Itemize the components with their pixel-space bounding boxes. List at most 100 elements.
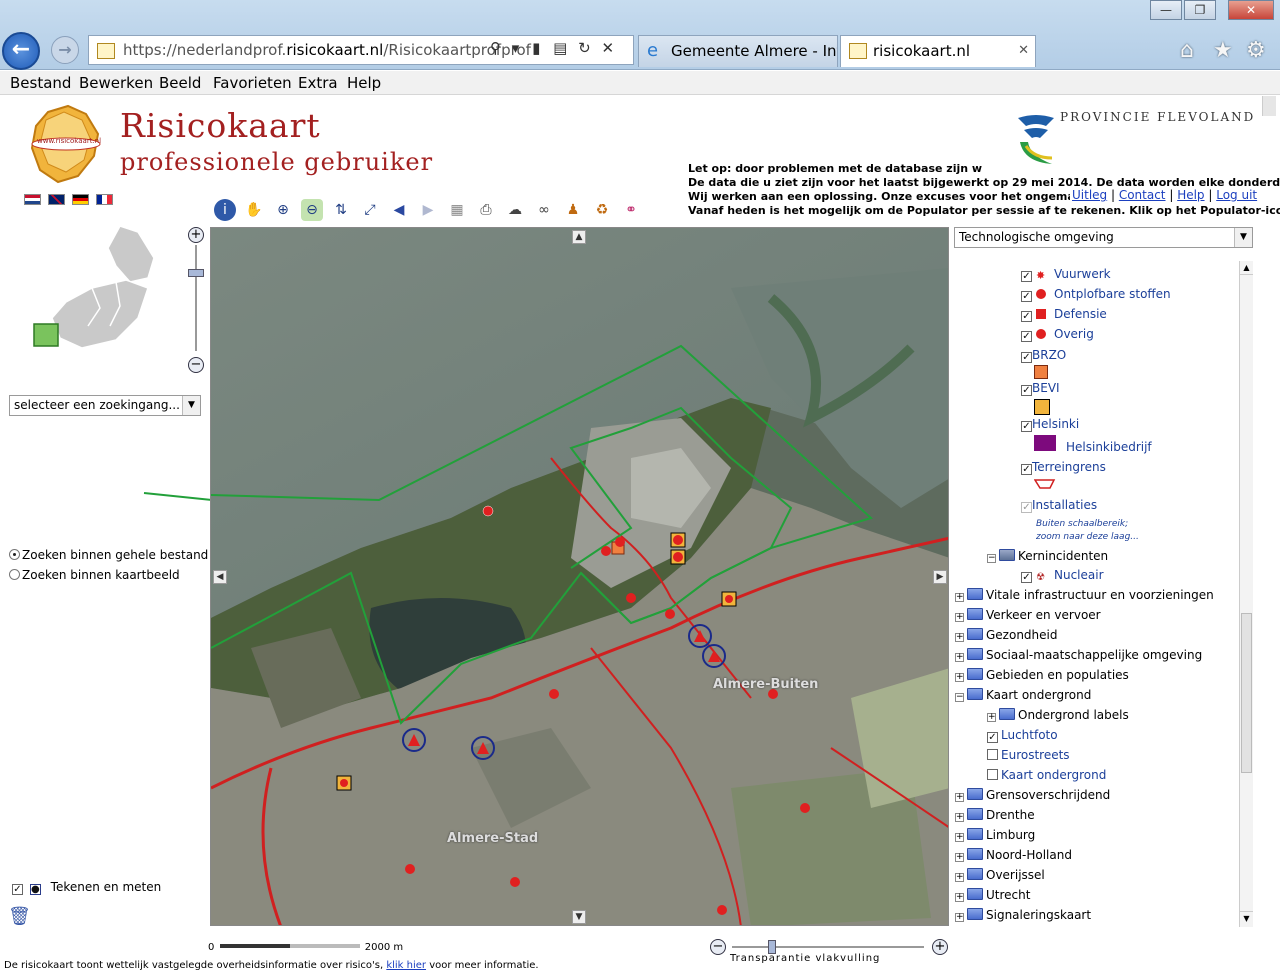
overlap-icon[interactable]: ⚭ xyxy=(620,199,642,221)
back-button[interactable]: ← xyxy=(2,32,40,70)
link-icon[interactable]: ∞ xyxy=(533,199,555,221)
group-sociaal-maatschappelijk[interactable]: + Sociaal-maatschappelijke omgeving xyxy=(955,648,1202,663)
expand-icon[interactable]: + xyxy=(955,813,964,822)
expand-icon[interactable]: + xyxy=(955,633,964,642)
layer-brzo[interactable]: ✓BRZO xyxy=(1021,348,1066,363)
expand-icon[interactable]: + xyxy=(955,873,964,882)
close-window-button[interactable]: ✕ xyxy=(1228,0,1274,20)
layer-checkbox[interactable]: ✓ xyxy=(1021,352,1032,363)
layer-checkbox[interactable]: ✓ xyxy=(1021,502,1032,513)
zoom-minus-icon[interactable]: − xyxy=(188,357,204,373)
zoom-in-icon[interactable]: ⊕ xyxy=(272,199,294,221)
flag-nl-icon[interactable] xyxy=(24,194,41,205)
minimize-button[interactable]: — xyxy=(1150,0,1182,20)
expand-icon[interactable]: + xyxy=(955,673,964,682)
expand-icon[interactable]: + xyxy=(955,893,964,902)
next-view-icon[interactable]: ▶ xyxy=(417,199,439,221)
search-entry-select[interactable]: selecteer een zoekingang... ▼ xyxy=(9,395,201,416)
layer-checkbox[interactable]: ✓ xyxy=(1021,421,1032,432)
group-utrecht[interactable]: + Utrecht xyxy=(955,888,1030,903)
layer-checkbox[interactable]: ✓ xyxy=(987,732,998,743)
expand-icon[interactable]: + xyxy=(955,913,964,922)
layer-checkbox[interactable]: ✓ xyxy=(1021,311,1032,322)
tab-gemeente-almere[interactable]: e Gemeente Almere - Int... xyxy=(638,35,838,67)
chevron-down-icon[interactable]: ▼ xyxy=(1234,228,1252,247)
layer-installaties[interactable]: ✓Installaties xyxy=(1021,498,1097,513)
chevron-down-icon[interactable]: ▼ xyxy=(182,396,200,415)
draw-measure-toggle[interactable]: ✓ ● Tekenen en meten xyxy=(12,880,161,895)
expand-icon[interactable]: + xyxy=(955,853,964,862)
transparency-plus-icon[interactable]: + xyxy=(932,939,948,955)
layer-defensie[interactable]: ✓ Defensie xyxy=(1021,307,1107,322)
print-icon[interactable]: ⎙ xyxy=(475,199,497,221)
link-log-uit[interactable]: Log uit xyxy=(1216,188,1257,202)
layer-kaart-ondergrond[interactable]: Kaart ondergrond xyxy=(987,768,1106,783)
group-kaart-ondergrond[interactable]: − Kaart ondergrond xyxy=(955,688,1091,703)
pan-south-icon[interactable]: ▼ xyxy=(572,910,586,924)
scroll-down-icon[interactable]: ▼ xyxy=(1240,911,1253,925)
layer-checkbox[interactable]: ✓ xyxy=(1021,291,1032,302)
expand-icon[interactable]: + xyxy=(955,653,964,662)
layer-nucleair[interactable]: ✓ ☢ Nucleair xyxy=(1021,568,1104,583)
forward-button[interactable]: → xyxy=(51,36,79,64)
gear-icon[interactable]: ⚙ xyxy=(1246,38,1266,63)
draw-tool-icon[interactable]: ● xyxy=(29,884,41,895)
zoom-handle[interactable] xyxy=(188,269,204,277)
layer-checkbox[interactable] xyxy=(987,769,998,780)
radio-search-map[interactable]: Zoeken binnen kaartbeeld xyxy=(9,568,180,582)
expand-icon[interactable]: + xyxy=(955,793,964,802)
flag-uk-icon[interactable] xyxy=(48,194,65,205)
layer-checkbox[interactable]: ✓ xyxy=(1021,271,1032,282)
radio-search-whole[interactable]: Zoeken binnen gehele bestand xyxy=(9,548,208,562)
menu-extra[interactable]: Extra xyxy=(298,74,338,92)
expand-icon[interactable]: + xyxy=(955,593,964,602)
layer-checkbox[interactable]: ✓ xyxy=(1021,331,1032,342)
menu-help[interactable]: Help xyxy=(347,74,381,92)
group-signaleringskaart[interactable]: + Signaleringskaart xyxy=(955,908,1091,923)
group-gebieden-en-populaties[interactable]: + Gebieden en populaties xyxy=(955,668,1129,683)
menu-bestand[interactable]: Bestand xyxy=(10,74,71,92)
zoom-level-icon[interactable]: ⇅ xyxy=(330,199,352,221)
expand-icon[interactable]: + xyxy=(987,713,996,722)
home-icon[interactable]: ⌂ xyxy=(1180,38,1194,63)
layer-overig[interactable]: ✓ Overig xyxy=(1021,327,1094,342)
transparency-minus-icon[interactable]: − xyxy=(710,939,726,955)
footer-link[interactable]: klik hier xyxy=(386,960,426,971)
radio-button[interactable] xyxy=(9,569,20,580)
zoom-plus-icon[interactable]: + xyxy=(188,227,204,243)
favorites-star-icon[interactable]: ★ xyxy=(1213,38,1233,63)
pan-east-icon[interactable]: ▶ xyxy=(933,570,947,584)
flag-fr-icon[interactable] xyxy=(96,194,113,205)
flag-de-icon[interactable] xyxy=(72,194,89,205)
cloud-icon[interactable]: ☁ xyxy=(504,199,526,221)
layer-checkbox[interactable] xyxy=(987,749,998,760)
draw-checkbox[interactable]: ✓ xyxy=(12,884,23,895)
tab-risicokaart[interactable]: risicokaart.nl ✕ xyxy=(840,35,1036,67)
layer-vuurwerk[interactable]: ✓ ✸ Vuurwerk xyxy=(1021,267,1111,282)
layer-ontplofbare-stoffen[interactable]: ✓ Ontplofbare stoffen xyxy=(1021,287,1171,302)
layer-terreingrens[interactable]: ✓Terreingrens xyxy=(1021,460,1106,475)
layer-scrollbar[interactable]: ▲ ▼ xyxy=(1239,261,1253,927)
scale-warning[interactable]: Buiten schaalbereik; zoom naar deze laag.… xyxy=(1036,518,1139,544)
zoom-slider[interactable]: + − xyxy=(186,227,206,373)
scroll-thumb[interactable] xyxy=(1241,613,1252,773)
table-icon[interactable]: ▦ xyxy=(446,199,468,221)
layer-eurostreets[interactable]: Eurostreets xyxy=(987,748,1070,763)
compatibility-icon[interactable]: ▤ xyxy=(553,39,567,57)
group-limburg[interactable]: + Limburg xyxy=(955,828,1035,843)
theme-select[interactable]: Technologische omgeving ▼ xyxy=(954,227,1253,248)
pan-north-icon[interactable]: ▲ xyxy=(572,230,586,244)
populator-icon[interactable]: ♟ xyxy=(562,199,584,221)
group-noord-holland[interactable]: + Noord-Holland xyxy=(955,848,1072,863)
group-ondergrond-labels[interactable]: + Ondergrond labels xyxy=(987,708,1129,723)
layer-checkbox[interactable]: ✓ xyxy=(1021,572,1032,583)
layer-luchtfoto[interactable]: ✓ Luchtfoto xyxy=(987,728,1058,743)
link-uitleg[interactable]: Uitleg xyxy=(1072,188,1107,202)
layer-bevi[interactable]: ✓BEVI xyxy=(1021,381,1060,396)
radio-button[interactable] xyxy=(9,549,20,560)
layer-helsinki[interactable]: ✓Helsinki xyxy=(1021,417,1079,432)
pan-west-icon[interactable]: ◀ xyxy=(213,570,227,584)
search-icon[interactable]: ⚲ xyxy=(490,39,501,57)
zoom-out-icon[interactable]: ⊖ xyxy=(301,199,323,221)
lock-icon[interactable]: ▮ xyxy=(532,39,540,57)
